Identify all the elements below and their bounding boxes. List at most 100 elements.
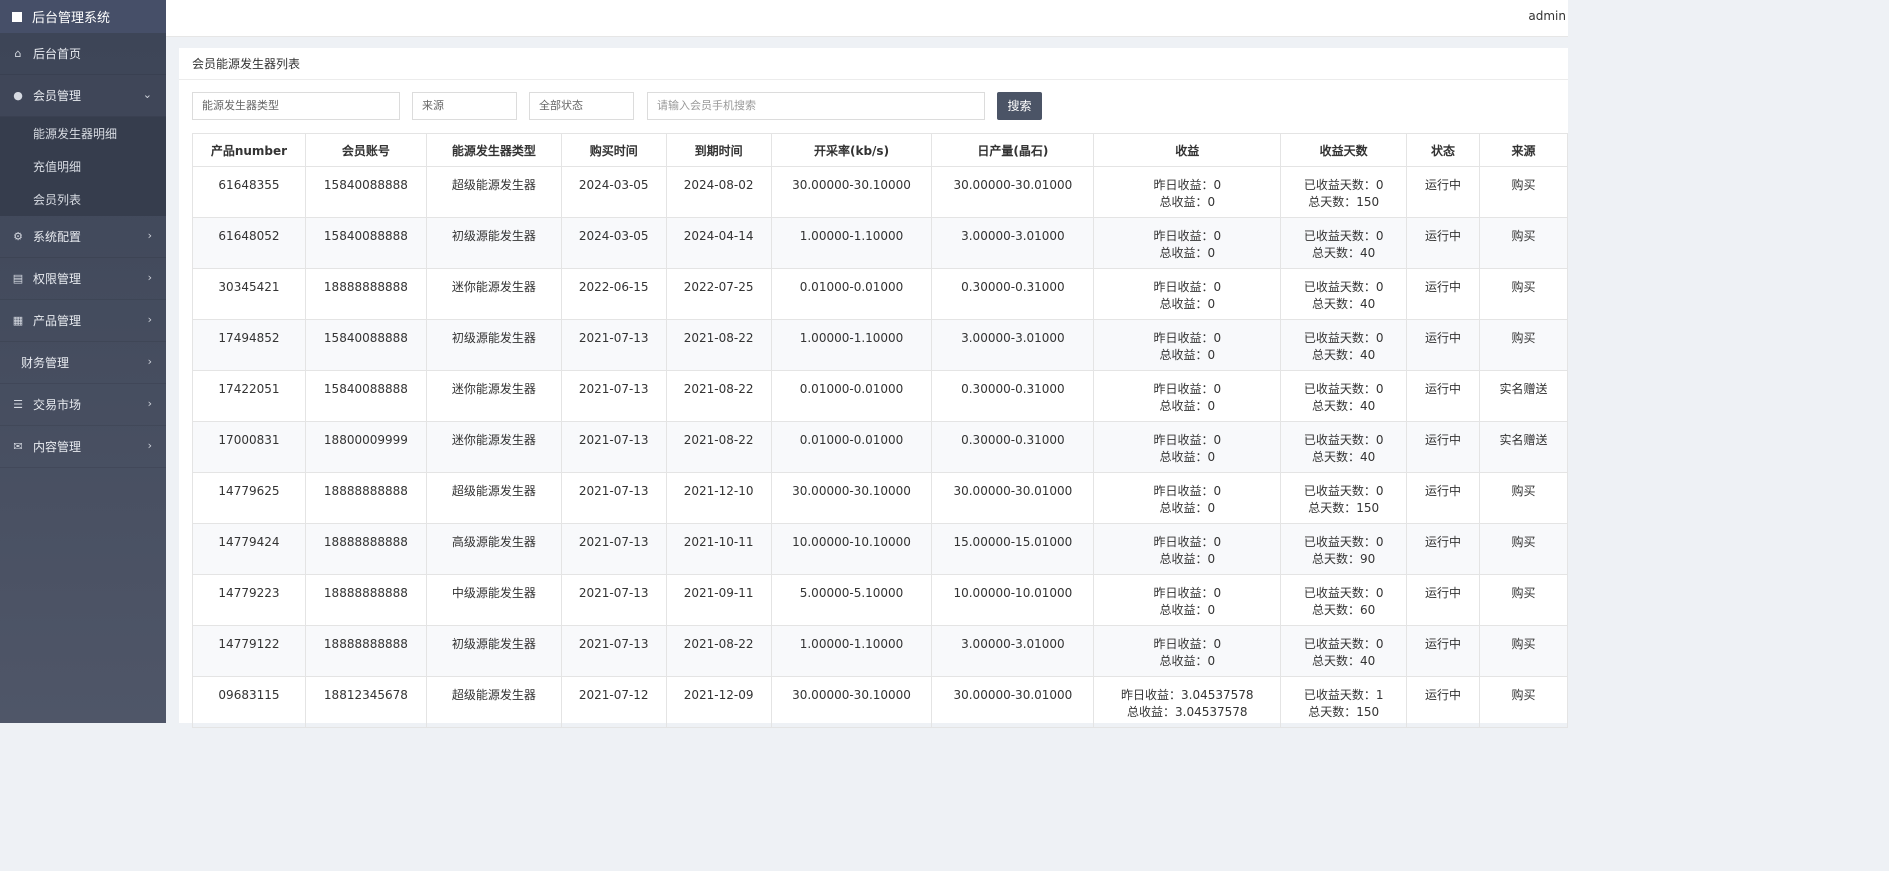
daily-output-cell: 30.00000-30.01000 <box>931 166 1095 218</box>
sidebar-item-home[interactable]: ⌂ 后台首页 <box>0 33 166 75</box>
product-number-cell-text: 61648052 <box>218 229 280 243</box>
daily-output-cell-text: 3.00000-3.01000 <box>961 229 1065 243</box>
sidebar-item-finance[interactable]: 财务管理 › <box>0 342 166 384</box>
daily-output-cell: 10.00000-10.01000 <box>931 574 1095 626</box>
member-account-cell-text: 18888888888 <box>323 484 408 498</box>
generator-type-cell-text: 超级能源发生器 <box>451 688 536 702</box>
status-select[interactable]: 全部状态 <box>529 92 634 120</box>
status-cell: 运行中 <box>1406 217 1480 269</box>
member-account-cell: 18888888888 <box>304 268 427 320</box>
income-days-cell-text: 已收益天数：0 <box>1303 382 1384 396</box>
product-number-cell: 61648355 <box>192 166 306 218</box>
daily-output-cell: 3.00000-3.01000 <box>931 217 1095 269</box>
sidebar-subitem-generator-detail[interactable]: 能源发生器明细 <box>0 117 166 150</box>
table-row: 17000831 18800009999 迷你能源发生器 2021-07-13 2021… <box>192 421 1568 473</box>
status-cell-text: 运行中 <box>1425 688 1462 702</box>
user-menu[interactable]: admin <box>1528 9 1566 23</box>
purchase-date-cell: 2021-07-13 <box>560 370 667 422</box>
mining-rate-cell: 30.00000-30.10000 <box>770 472 933 524</box>
status-cell-text: 运行中 <box>1425 331 1462 345</box>
income-days-cell-text: 已收益天数：0 <box>1303 637 1384 651</box>
source-cell: 购买 <box>1479 268 1568 320</box>
income-cell: 昨日收益：0 总收益：0 <box>1093 574 1282 626</box>
phone-search-input[interactable]: 请输入会员手机搜索 <box>647 92 985 120</box>
mining-rate-cell: 0.01000-0.01000 <box>770 268 933 320</box>
income-days-cell-text: 总天数：90 <box>1312 552 1376 566</box>
income-days-cell: 已收益天数：0 总天数：40 <box>1280 625 1408 677</box>
sidebar-subitem-member-list[interactable]: 会员列表 <box>0 183 166 216</box>
income-cell-text: 总收益：0 <box>1159 297 1216 311</box>
product-number-cell: 61648052 <box>192 217 306 269</box>
income-days-cell-text: 已收益天数：0 <box>1303 535 1384 549</box>
purchase-date-cell: 2021-07-13 <box>560 472 667 524</box>
income-cell-text: 总收益：0 <box>1159 603 1216 617</box>
table-row: 14779122 18888888888 初级源能发生器 2021-07-13 2021… <box>192 625 1568 677</box>
income-days-cell-text: 已收益天数：0 <box>1303 586 1384 600</box>
mining-rate-cell-text: 30.00000-30.10000 <box>792 484 911 498</box>
product-number-cell-text: 17422051 <box>218 382 280 396</box>
purchase-date-cell-text: 2021-07-12 <box>578 688 649 702</box>
source-cell-text: 购买 <box>1511 688 1536 702</box>
income-cell: 昨日收益：0 总收益：0 <box>1093 319 1282 371</box>
chevron-right-icon: › <box>147 439 152 452</box>
purchase-date-cell: 2022-06-15 <box>560 268 667 320</box>
expire-date-cell-text: 2024-08-02 <box>683 178 754 192</box>
product-number-cell: 14779122 <box>192 625 306 677</box>
generator-type-select[interactable]: 能源发生器类型 <box>192 92 400 120</box>
purchase-date-cell-text: 2021-07-13 <box>578 382 649 396</box>
source-select[interactable]: 来源 <box>412 92 517 120</box>
sidebar-subitem-recharge-detail[interactable]: 充值明细 <box>0 150 166 183</box>
income-cell-text: 总收益：0 <box>1159 501 1216 515</box>
column-header: 日产量(晶石) <box>931 133 1095 167</box>
income-days-cell-text: 已收益天数：0 <box>1303 229 1384 243</box>
income-days-cell-text: 已收益天数：0 <box>1303 433 1384 447</box>
income-cell-text: 昨日收益：0 <box>1153 535 1222 549</box>
status-cell-text: 运行中 <box>1425 586 1462 600</box>
member-account-cell: 15840088888 <box>304 166 427 218</box>
income-days-cell: 已收益天数：0 总天数：40 <box>1280 268 1408 320</box>
sidebar-item-label: 会员管理 <box>33 89 82 103</box>
table-row: 61648355 15840088888 超级能源发生器 2024-03-05 2024… <box>192 166 1568 218</box>
source-cell: 购买 <box>1479 676 1568 728</box>
sidebar-item-system[interactable]: ⚙ 系统配置 › <box>0 216 166 258</box>
source-cell-text: 购买 <box>1511 535 1536 549</box>
member-account-cell-text: 18888888888 <box>323 280 408 294</box>
purchase-date-cell-text: 2021-07-13 <box>578 535 649 549</box>
income-days-cell: 已收益天数：0 总天数：150 <box>1280 166 1408 218</box>
income-days-cell-text: 已收益天数：0 <box>1303 280 1384 294</box>
product-number-cell-text: 14779223 <box>218 586 280 600</box>
income-cell-text: 昨日收益：0 <box>1153 484 1222 498</box>
mining-rate-cell-text: 0.01000-0.01000 <box>799 280 904 294</box>
status-cell: 运行中 <box>1406 370 1480 422</box>
search-button[interactable]: 搜索 <box>997 92 1042 120</box>
expire-date-cell-text: 2021-08-22 <box>683 382 754 396</box>
income-cell-text: 总收益：0 <box>1159 195 1216 209</box>
column-header: 状态 <box>1406 133 1480 167</box>
mining-rate-cell: 1.00000-1.10000 <box>770 319 933 371</box>
sidebar-item-permission[interactable]: ▤ 权限管理 › <box>0 258 166 300</box>
status-cell: 运行中 <box>1406 523 1480 575</box>
income-days-cell: 已收益天数：0 总天数：150 <box>1280 472 1408 524</box>
mining-rate-cell-text: 1.00000-1.10000 <box>799 229 904 243</box>
sidebar-item-member[interactable]: ● 会员管理 ⌄ <box>0 75 166 117</box>
sidebar-item-content[interactable]: ✉ 内容管理 › <box>0 426 166 468</box>
product-number-cell: 30345421 <box>192 268 306 320</box>
daily-output-cell-text: 30.00000-30.01000 <box>953 688 1073 702</box>
status-cell-text: 运行中 <box>1425 229 1462 243</box>
sidebar-item-market[interactable]: ☰ 交易市场 › <box>0 384 166 426</box>
generator-type-cell: 初级源能发生器 <box>425 319 562 371</box>
generator-type-cell-text: 迷你能源发生器 <box>451 280 536 294</box>
expire-date-cell: 2021-08-22 <box>665 421 772 473</box>
expire-date-cell: 2021-10-11 <box>665 523 772 575</box>
product-number-cell-text: 09683115 <box>218 688 280 702</box>
product-number-cell: 17000831 <box>192 421 306 473</box>
mining-rate-cell: 1.00000-1.10000 <box>770 217 933 269</box>
income-cell-text: 昨日收益：0 <box>1153 331 1222 345</box>
chevron-down-icon: ⌄ <box>142 88 152 101</box>
envelope-icon: ✉ <box>13 440 23 453</box>
source-cell-text: 购买 <box>1511 229 1536 243</box>
income-cell-text: 总收益：0 <box>1159 654 1216 668</box>
sidebar-item-product[interactable]: ▦ 产品管理 › <box>0 300 166 342</box>
status-cell-text: 运行中 <box>1425 637 1462 651</box>
mining-rate-cell-text: 1.00000-1.10000 <box>799 637 904 651</box>
